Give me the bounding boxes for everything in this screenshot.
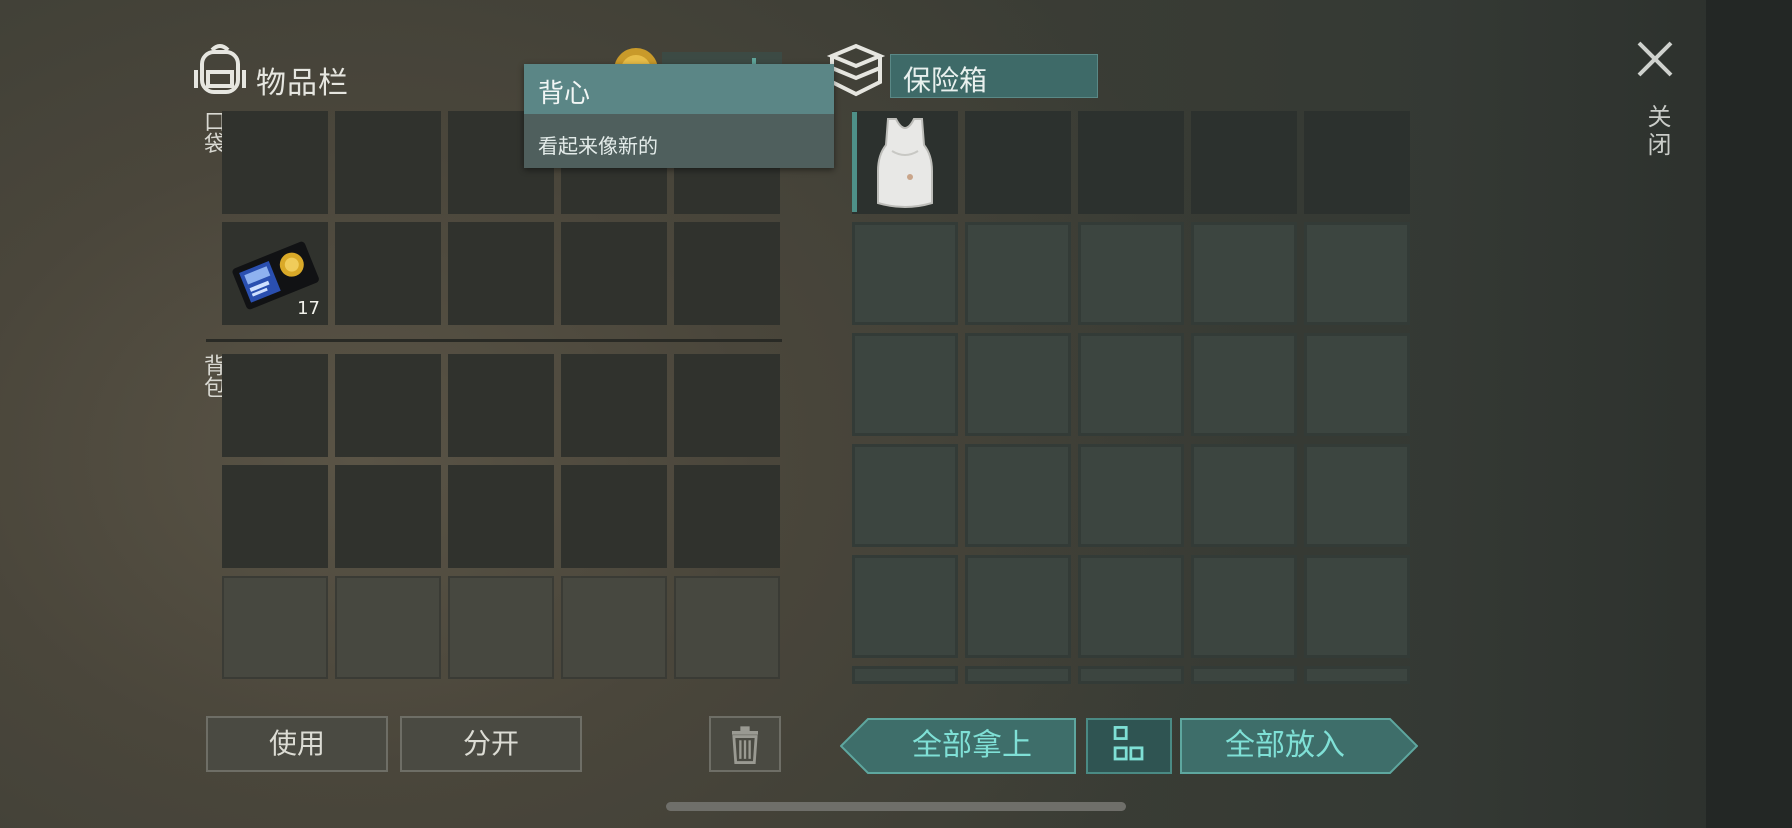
backpack-slot[interactable] [448, 465, 554, 568]
locked-slot [222, 576, 328, 679]
inventory-title: 物品栏 [256, 66, 349, 101]
storage-slot[interactable] [1304, 222, 1410, 325]
storage-header: 保险箱 [890, 54, 1098, 98]
storage-slot[interactable] [852, 666, 958, 684]
tooltip-header: 背心 [524, 64, 834, 114]
backpack-slot[interactable] [335, 465, 441, 568]
backpack-icon [194, 44, 246, 94]
trash-button[interactable] [709, 716, 781, 772]
storage-slot[interactable] [965, 222, 1071, 325]
item-tooltip: 背心 看起来像新的 [524, 64, 834, 168]
tank-top-icon [877, 118, 933, 208]
storage-slot[interactable] [965, 666, 1071, 684]
storage-slot[interactable] [1304, 555, 1410, 658]
put-all-button[interactable]: 全部放入 [1180, 718, 1418, 774]
storage-slot[interactable] [1078, 333, 1184, 436]
selected-slot-indicator [852, 112, 857, 212]
sort-button[interactable] [1086, 718, 1172, 774]
storage-slot[interactable] [965, 444, 1071, 547]
take-all-button[interactable]: 全部拿上 [840, 718, 1076, 774]
backpack-slot[interactable] [222, 465, 328, 568]
backpack-slot[interactable] [448, 354, 554, 457]
storage-slot[interactable] [965, 111, 1071, 214]
storage-slot[interactable] [1078, 111, 1184, 214]
storage-slot[interactable] [1304, 111, 1410, 214]
backpack-slot[interactable] [561, 465, 667, 568]
pocket-slot[interactable] [448, 222, 554, 325]
storage-slot[interactable] [852, 333, 958, 436]
right-edge-strip [1706, 0, 1792, 828]
chest-icon [826, 43, 886, 97]
use-button[interactable]: 使用 [206, 716, 388, 772]
pocket-slot[interactable] [335, 222, 441, 325]
locked-slot [335, 576, 441, 679]
split-button[interactable]: 分开 [400, 716, 582, 772]
storage-slot[interactable] [1191, 222, 1297, 325]
storage-slot-tank-top[interactable] [852, 111, 958, 214]
storage-slot[interactable] [1078, 444, 1184, 547]
locked-slot [448, 576, 554, 679]
storage-slot[interactable] [1304, 666, 1410, 684]
storage-slot[interactable] [852, 222, 958, 325]
tooltip-item-description: 看起来像新的 [538, 134, 658, 158]
close-icon[interactable] [1636, 40, 1674, 78]
locked-slot [561, 576, 667, 679]
storage-slot[interactable] [1304, 444, 1410, 547]
pocket-slot[interactable] [335, 111, 441, 214]
pocket-slot-badge-wallet[interactable]: 17 [222, 222, 328, 325]
backpack-slot[interactable] [222, 354, 328, 457]
storage-slot[interactable] [1078, 666, 1184, 684]
storage-slot[interactable] [1191, 666, 1297, 684]
storage-slot[interactable] [1191, 444, 1297, 547]
storage-slot[interactable] [965, 555, 1071, 658]
backpack-slot[interactable] [674, 354, 780, 457]
section-divider [206, 339, 782, 342]
put-all-label: 全部放入 [1225, 728, 1345, 763]
locked-slot [674, 576, 780, 679]
trash-icon [732, 726, 758, 764]
storage-slot[interactable] [1191, 111, 1297, 214]
take-all-label: 全部拿上 [912, 728, 1032, 763]
close-label[interactable]: 关闭 [1640, 104, 1675, 160]
backpack-slot[interactable] [335, 354, 441, 457]
storage-title: 保险箱 [903, 64, 988, 97]
pocket-slot[interactable] [561, 222, 667, 325]
storage-slot[interactable] [852, 555, 958, 658]
pocket-slot[interactable] [222, 111, 328, 214]
backpack-slot[interactable] [674, 465, 780, 568]
storage-slot[interactable] [1304, 333, 1410, 436]
home-indicator[interactable] [666, 802, 1126, 811]
tooltip-item-name: 背心 [538, 79, 591, 109]
storage-slot[interactable] [1191, 555, 1297, 658]
sort-grid-icon [1113, 726, 1144, 761]
storage-slot[interactable] [1191, 333, 1297, 436]
backpack-grid [222, 354, 780, 679]
storage-slot[interactable] [965, 333, 1071, 436]
storage-slot[interactable] [852, 444, 958, 547]
item-quantity: 17 [297, 298, 320, 319]
pocket-slot[interactable] [674, 222, 780, 325]
storage-grid [852, 111, 1410, 684]
storage-slot[interactable] [1078, 222, 1184, 325]
storage-slot[interactable] [1078, 555, 1184, 658]
backpack-slot[interactable] [561, 354, 667, 457]
